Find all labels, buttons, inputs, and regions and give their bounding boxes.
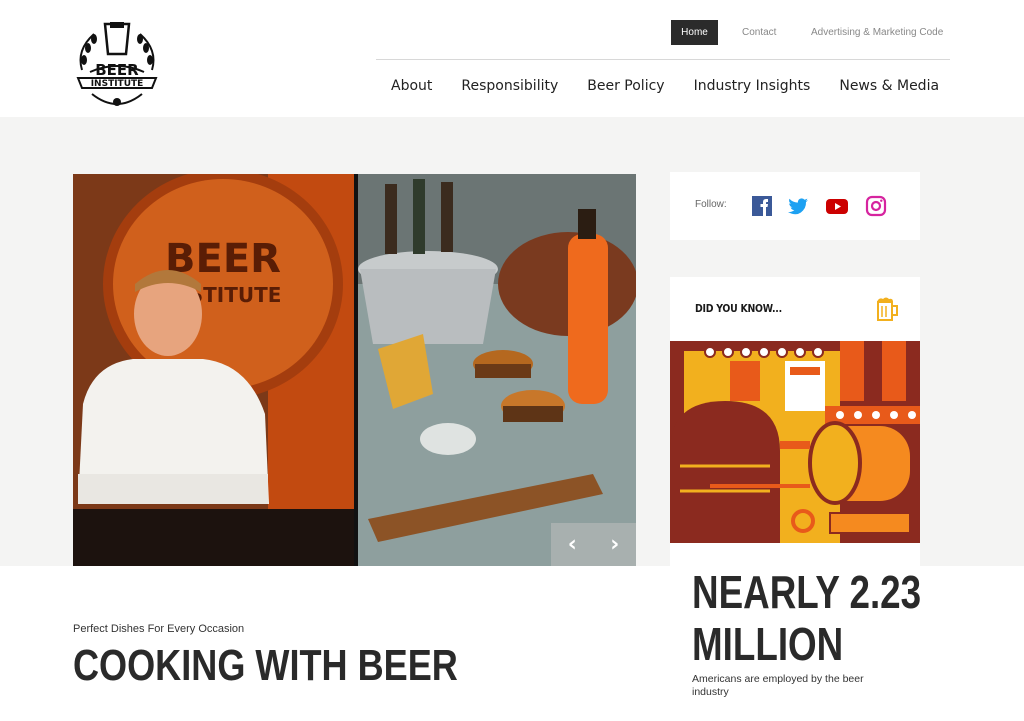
stat-value: NEARLY 2.23 MILLION xyxy=(692,566,922,670)
slider-prev-button[interactable]: ‹ xyxy=(568,532,577,557)
main-nav: About Responsibility Beer Policy Industr… xyxy=(391,78,968,100)
nav-beer-policy[interactable]: Beer Policy xyxy=(587,78,664,100)
did-you-know-card[interactable]: DID YOU KNOW... xyxy=(670,277,920,566)
feature-kicker: Perfect Dishes For Every Occasion xyxy=(73,623,245,635)
did-you-know-title: DID YOU KNOW... xyxy=(695,302,782,315)
social-follow-box: Follow: xyxy=(670,172,920,240)
twitter-icon[interactable] xyxy=(786,194,810,218)
nav-news-media[interactable]: News & Media xyxy=(839,78,939,100)
instagram-icon[interactable] xyxy=(864,194,888,218)
facebook-icon[interactable] xyxy=(750,194,774,218)
feature-headline[interactable]: COOKING WITH BEER xyxy=(73,641,458,691)
logo-text-bottom: INSTITUTE xyxy=(91,79,144,89)
youtube-icon[interactable] xyxy=(825,194,849,218)
ad-code-link[interactable]: Advertising & Marketing Code xyxy=(811,27,943,38)
nav-responsibility[interactable]: Responsibility xyxy=(461,78,558,100)
nav-industry-insights[interactable]: Industry Insights xyxy=(694,78,811,100)
slider-next-button[interactable]: › xyxy=(610,532,619,557)
utility-nav: Home Contact Advertising & Marketing Cod… xyxy=(376,20,950,60)
logo-text-top: BEER xyxy=(95,61,139,79)
home-link[interactable]: Home xyxy=(671,20,718,45)
site-header: BEER INSTITUTE Home Contact Advertising … xyxy=(0,0,1024,117)
follow-label: Follow: xyxy=(695,199,727,210)
beer-mug-icon xyxy=(877,297,898,321)
slider-controls: ‹ › xyxy=(551,523,636,566)
contact-link[interactable]: Contact xyxy=(742,27,776,38)
nav-about[interactable]: About xyxy=(391,78,432,100)
beer-institute-logo[interactable]: BEER INSTITUTE xyxy=(72,20,162,112)
stat-description: Americans are employed by the beer indus… xyxy=(692,673,864,698)
brewery-illustration xyxy=(670,341,920,543)
hero-slide-image[interactable]: BEER INSTITUTE xyxy=(73,174,636,566)
